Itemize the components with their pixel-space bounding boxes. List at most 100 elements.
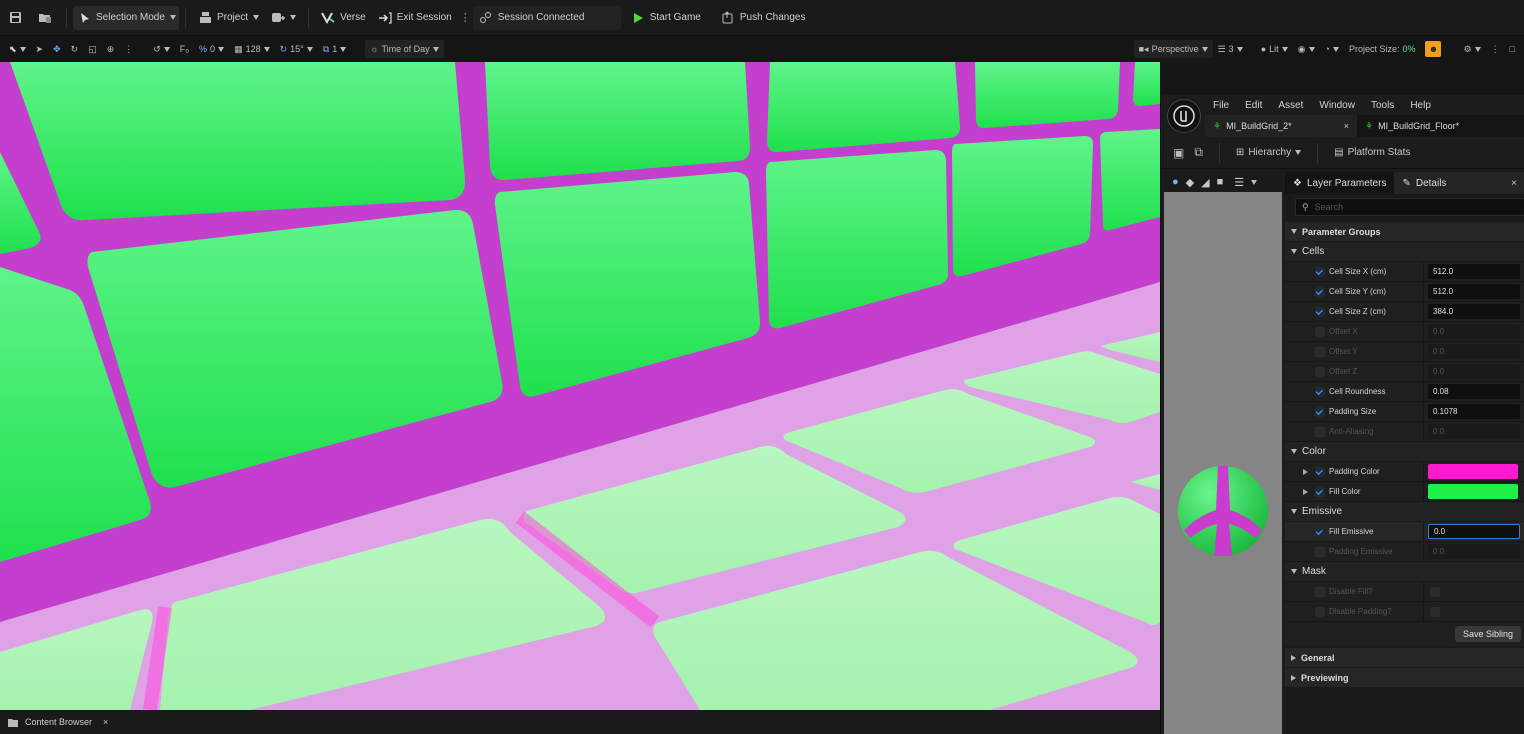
verse-button[interactable]: Verse [315, 6, 372, 30]
more-options[interactable]: ⋮ [119, 44, 138, 55]
time-of-day-dropdown[interactable]: ☼ Time of Day [365, 40, 444, 58]
cube-icon[interactable]: ■ [1217, 176, 1224, 188]
close-icon[interactable]: × [1511, 178, 1517, 189]
performance-dropdown[interactable]: ◔ [1320, 44, 1344, 54]
session-options-button[interactable]: ⋮ [458, 6, 473, 30]
show-dropdown[interactable]: ◉ [1293, 44, 1320, 55]
save-icon[interactable]: ▣ [1173, 146, 1184, 160]
plane-icon[interactable]: ◢ [1201, 176, 1209, 189]
menu-icon[interactable]: ☰ [1234, 176, 1244, 189]
close-icon[interactable]: × [103, 717, 108, 727]
surface-snap-dropdown[interactable]: ↺ [148, 44, 175, 55]
group-emissive[interactable]: Emissive [1285, 502, 1524, 522]
search-input[interactable]: ⚲ Search [1295, 198, 1524, 216]
menu-help[interactable]: Help [1402, 100, 1439, 111]
expand-arrow-icon[interactable] [1303, 468, 1308, 475]
material-preview[interactable]: ● ◆ ◢ ■ ☰ [1164, 172, 1282, 734]
group-mask[interactable]: Mask [1285, 562, 1524, 582]
override-checkbox[interactable] [1315, 466, 1325, 477]
override-checkbox[interactable] [1315, 426, 1325, 437]
padding-color-swatch[interactable] [1428, 464, 1518, 479]
select-tool[interactable]: ➤ [31, 44, 49, 55]
param-value-field[interactable]: 512.0 [1428, 284, 1520, 299]
override-checkbox[interactable] [1315, 406, 1325, 417]
override-checkbox[interactable] [1315, 266, 1325, 277]
override-checkbox[interactable] [1315, 606, 1325, 617]
override-checkbox[interactable] [1315, 346, 1325, 357]
group-color[interactable]: Color [1285, 442, 1524, 462]
param-value-field[interactable]: 512.0 [1428, 264, 1520, 279]
override-checkbox[interactable] [1315, 546, 1325, 557]
move-tool[interactable]: ✥ [48, 44, 66, 55]
param-value-field[interactable]: 0.1078 [1428, 404, 1520, 419]
hierarchy-button[interactable]: ⊞ Hierarchy [1236, 147, 1302, 158]
menu-window[interactable]: Window [1311, 100, 1363, 111]
tab-layer-parameters[interactable]: ❖ Layer Parameters [1285, 172, 1394, 194]
content-browser-tab[interactable]: Content Browser × [0, 710, 114, 734]
menu-file[interactable]: File [1205, 100, 1237, 111]
override-checkbox[interactable] [1315, 306, 1325, 317]
content-browser-button[interactable] [30, 6, 60, 30]
tab-mi-buildgrid-2[interactable]: ⚘ MI_BuildGrid_2* × [1205, 115, 1357, 137]
param-value-field[interactable]: 0.0 [1428, 524, 1520, 539]
override-checkbox[interactable] [1315, 366, 1325, 377]
grid-snap-dropdown[interactable]: % 0 [194, 44, 229, 54]
override-checkbox[interactable] [1315, 286, 1325, 297]
param-value-field[interactable]: 384.0 [1428, 304, 1520, 319]
expand-arrow-icon[interactable] [1303, 488, 1308, 495]
lit-dropdown[interactable]: ● Lit [1256, 44, 1293, 54]
camera-speed-dropdown[interactable]: ☰ 3 [1213, 44, 1248, 55]
override-checkbox[interactable] [1315, 526, 1325, 537]
category-previewing[interactable]: Previewing [1285, 668, 1524, 688]
settings-dropdown[interactable]: ⚙ [1458, 44, 1485, 55]
value-checkbox[interactable] [1430, 606, 1440, 617]
fortnite-button[interactable]: ☻ [1420, 41, 1446, 57]
param-value-field[interactable]: 0.08 [1428, 384, 1520, 399]
exit-session-button[interactable]: Exit Session [372, 6, 458, 30]
save-button[interactable] [0, 6, 30, 30]
viewport-more-button[interactable]: ⋮ [1486, 44, 1505, 55]
param-value-field[interactable]: 0.0 [1428, 324, 1520, 339]
param-value-field[interactable]: 0.0 [1428, 344, 1520, 359]
group-cells[interactable]: Cells [1285, 242, 1524, 262]
scale-snap-dropdown[interactable]: ⧉ 1 [318, 44, 351, 55]
param-label: Cell Roundness [1329, 387, 1386, 396]
browse-icon[interactable]: ⧉ [1194, 145, 1203, 160]
close-icon[interactable]: × [1344, 121, 1349, 131]
tab-mi-buildgrid-floor[interactable]: ⚘ MI_BuildGrid_Floor* [1357, 115, 1467, 137]
start-game-button[interactable]: Start Game [625, 6, 707, 30]
maximize-viewport-button[interactable]: □ [1505, 44, 1520, 54]
menu-edit[interactable]: Edit [1237, 100, 1270, 111]
rotation-snap-dropdown[interactable]: ↻ 15° [275, 44, 318, 55]
menu-tools[interactable]: Tools [1363, 100, 1402, 111]
selection-mode-dropdown[interactable]: Selection Mode [73, 5, 179, 30]
value-checkbox[interactable] [1430, 586, 1440, 597]
push-changes-button[interactable]: Push Changes [715, 6, 812, 30]
override-checkbox[interactable] [1315, 326, 1325, 337]
category-parameter-groups[interactable]: Parameter Groups [1285, 222, 1524, 242]
cylinder-icon[interactable]: ◆ [1186, 176, 1194, 189]
override-checkbox[interactable] [1315, 486, 1325, 497]
category-general[interactable]: General [1285, 648, 1524, 668]
param-value-field[interactable]: 0.0 [1428, 544, 1520, 559]
param-value-field[interactable]: 0.0 [1428, 424, 1520, 439]
add-content-dropdown[interactable] [265, 6, 302, 30]
rotate-tool[interactable]: ↻ [66, 44, 84, 55]
world-local-toggle[interactable]: ⊕ [102, 44, 120, 55]
override-checkbox[interactable] [1315, 386, 1325, 397]
sphere-icon[interactable]: ● [1172, 176, 1179, 188]
menu-asset[interactable]: Asset [1270, 100, 1311, 111]
level-viewport[interactable] [0, 62, 1160, 710]
save-sibling-button[interactable]: Save Sibling [1454, 626, 1521, 642]
platform-stats-button[interactable]: ▤ Platform Stats [1334, 147, 1410, 158]
location-snap-dropdown[interactable]: ▦ 128 [229, 44, 275, 55]
project-dropdown[interactable]: Project [192, 6, 265, 30]
param-value-field[interactable]: 0.0 [1428, 364, 1520, 379]
scale-tool[interactable]: ◱ [83, 44, 102, 55]
override-checkbox[interactable] [1315, 586, 1325, 597]
viewport-options-button[interactable]: ⬉ [4, 44, 31, 55]
ground-snap-toggle[interactable]: F₀ [175, 44, 194, 54]
fill-color-swatch[interactable] [1428, 484, 1518, 499]
tab-details[interactable]: ✎ Details × [1394, 172, 1524, 194]
perspective-dropdown[interactable]: ■◂ Perspective [1133, 40, 1213, 58]
